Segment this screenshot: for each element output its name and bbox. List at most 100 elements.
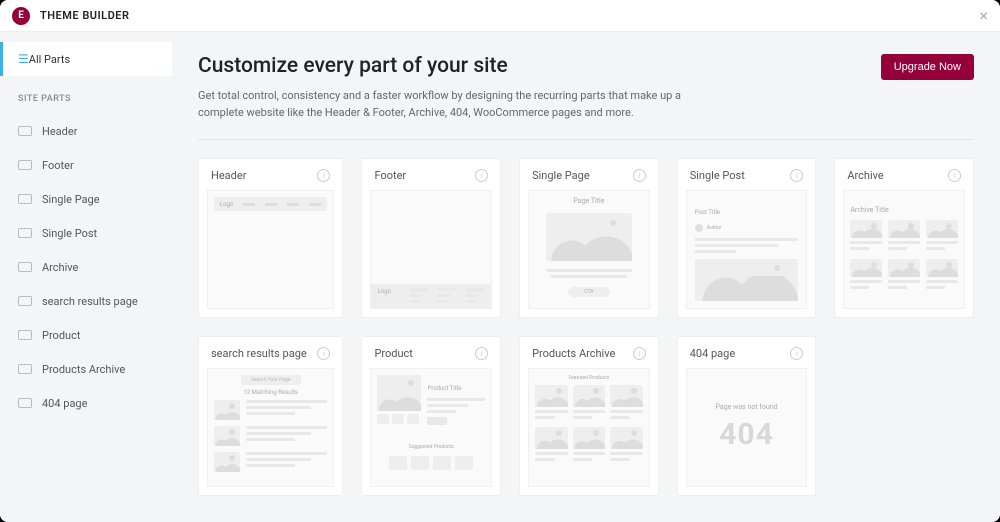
sidebar-item-search-results[interactable]: search results page [0,284,172,318]
card-preview: Page was not found 404 [686,368,808,487]
card-title: Single Page [532,169,590,182]
card-product[interactable]: Product i Product Title [361,336,501,496]
card-header[interactable]: Header i Logo [198,158,343,318]
sidebar-item-single-post[interactable]: Single Post [0,216,172,250]
preview-logo-text: Logo [220,201,233,208]
sidebar-item-single-page[interactable]: Single Page [0,182,172,216]
info-icon[interactable]: i [948,169,961,182]
info-icon[interactable]: i [633,169,646,182]
card-title: Single Post [690,169,745,182]
close-icon: × [979,6,988,25]
card-header-bar: Footer i [362,159,500,190]
preview-suggested-label: Suggested Products [409,444,454,450]
image-placeholder-icon [546,213,632,261]
info-icon[interactable]: i [317,347,330,360]
app-logo-icon: E [12,7,30,25]
parts-grid: Header i Logo Footer i [198,158,974,496]
info-icon[interactable]: i [317,169,330,182]
card-products-archive[interactable]: Products Archive i Featured Products [519,336,659,496]
card-search-results[interactable]: search results page i Search Your Page 1… [198,336,343,496]
header-part-icon [18,126,32,136]
sidebar: ☰ All Parts SITE PARTS Header Footer Sin… [0,32,172,522]
preview-author: Author [707,225,722,231]
card-preview: Logo [207,190,334,309]
preview-cta-button: CTA [568,287,610,297]
sidebar-item-product[interactable]: Product [0,318,172,352]
card-header-bar: search results page i [199,337,342,368]
sidebar-item-archive[interactable]: Archive [0,250,172,284]
card-preview: Search Your Page 12 Matching Results [207,368,334,487]
app-window: E THEME BUILDER × ☰ All Parts SITE PARTS… [0,0,1000,522]
info-icon[interactable]: i [633,347,646,360]
sidebar-item-label: search results page [42,295,138,308]
divider [198,139,974,140]
card-title: 404 page [690,347,735,360]
preview-not-found-text: Page was not found [716,403,778,411]
close-button[interactable]: × [979,6,988,25]
card-title: Product [374,347,412,360]
card-single-page[interactable]: Single Page i Page Title CTA [519,158,659,318]
preview-page-title: Page Title [573,197,604,205]
card-title: search results page [211,347,307,360]
card-title: Footer [374,169,406,182]
sidebar-item-label: All Parts [29,53,70,66]
preview-logo-text: Logo [377,288,401,295]
main-header: Customize every part of your site Get to… [198,54,974,121]
sidebar-item-all-parts[interactable]: ☰ All Parts [0,42,172,76]
card-header-bar: Single Post i [678,159,816,190]
card-header-bar: Single Page i [520,159,658,190]
sidebar-item-label: Archive [42,261,78,274]
preview-404-code: 404 [719,417,774,452]
sidebar-item-404[interactable]: 404 page [0,386,172,420]
main-content: Customize every part of your site Get to… [172,32,1000,522]
card-preview: Post Title Author [686,190,808,309]
sidebar-item-label: Product [42,329,80,342]
card-preview: Featured Products [528,368,650,487]
card-single-post[interactable]: Single Post i Post Title Author [677,158,817,318]
info-icon[interactable]: i [790,169,803,182]
sidebar-item-label: Products Archive [42,363,125,376]
preview-featured-label: Featured Products [535,375,643,381]
single-post-part-icon [18,228,32,238]
preview-search-field: Search Your Page [241,375,301,385]
sidebar-section-heading: SITE PARTS [0,76,172,114]
preview-product-title: Product Title [427,385,461,392]
card-title: Products Archive [532,347,615,360]
sidebar-item-header[interactable]: Header [0,114,172,148]
card-title: Archive [847,169,883,182]
image-placeholder-icon [695,259,799,301]
sidebar-item-footer[interactable]: Footer [0,148,172,182]
image-placeholder-icon [377,375,421,411]
sidebar-item-label: 404 page [42,397,87,410]
single-page-part-icon [18,194,32,204]
card-title: Header [211,169,246,182]
archive-part-icon [18,262,32,272]
sidebar-item-products-archive[interactable]: Products Archive [0,352,172,386]
card-header-bar: 404 page i [678,337,816,368]
404-part-icon [18,398,32,408]
titlebar: E THEME BUILDER × [0,0,1000,32]
preview-results-count: 12 Matching Results [214,389,327,396]
search-results-part-icon [18,296,32,306]
page-description: Get total control, consistency and a fas… [198,88,718,121]
info-icon[interactable]: i [790,347,803,360]
card-preview: Archive Title [843,190,965,309]
app-body: ☰ All Parts SITE PARTS Header Footer Sin… [0,32,1000,522]
info-icon[interactable]: i [475,169,488,182]
card-header-bar: Header i [199,159,342,190]
card-preview: Product Title Suggested Products [370,368,492,487]
info-icon[interactable]: i [475,347,488,360]
card-404[interactable]: 404 page i Page was not found 404 [677,336,817,496]
card-preview: Logo [370,190,492,309]
card-header-bar: Product i [362,337,500,368]
page-title: Customize every part of your site [198,54,718,78]
preview-post-title: Post Title [695,209,720,216]
card-archive[interactable]: Archive i Archive Title [834,158,974,318]
upgrade-button[interactable]: Upgrade Now [881,54,974,80]
card-footer[interactable]: Footer i Logo [361,158,501,318]
card-header-bar: Products Archive i [520,337,658,368]
app-title: THEME BUILDER [40,9,130,22]
sidebar-item-label: Header [42,125,77,138]
sidebar-item-label: Single Page [42,193,100,206]
sidebar-item-label: Single Post [42,227,97,240]
